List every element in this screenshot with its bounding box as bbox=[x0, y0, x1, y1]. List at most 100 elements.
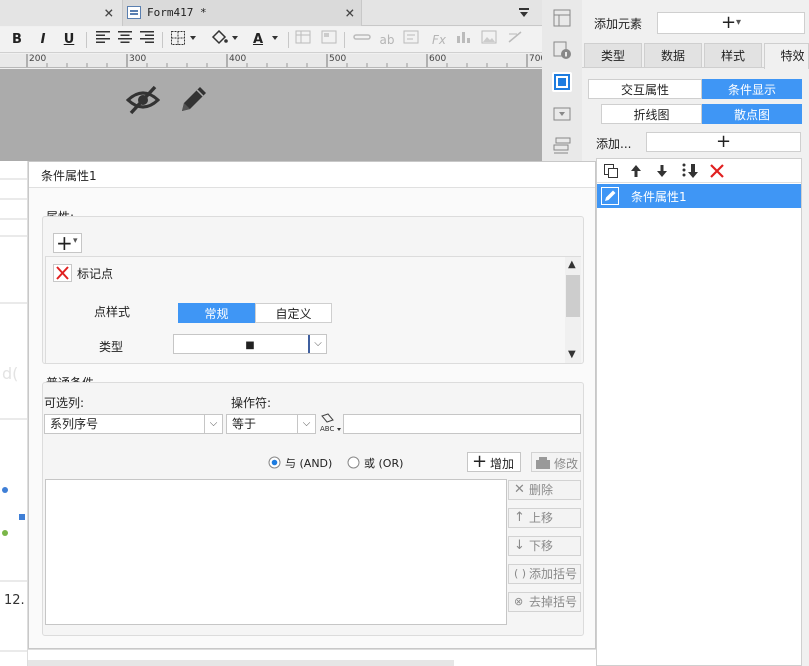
tab-list-menu-icon[interactable] bbox=[516, 5, 532, 21]
condition-value-input[interactable] bbox=[343, 414, 581, 434]
plus-icon: + bbox=[56, 231, 73, 255]
column-select[interactable]: 系列序号 ⌵ bbox=[44, 414, 223, 434]
move-up-icon[interactable] bbox=[629, 163, 643, 182]
move-down-button-label: 下移 bbox=[529, 539, 554, 553]
ruler-label: 200 bbox=[29, 54, 47, 64]
move-down-condition-button[interactable]: ↓ 下移 bbox=[508, 536, 581, 556]
condition-list-box[interactable] bbox=[45, 479, 507, 625]
value-type-abc-icon[interactable]: ABC bbox=[319, 412, 343, 437]
text-color-dropdown-icon[interactable] bbox=[268, 30, 282, 50]
bold-button[interactable]: B bbox=[8, 30, 26, 50]
ruler-label: 600 bbox=[429, 54, 447, 64]
remove-bracket-button[interactable]: ⊗ 去掉括号 bbox=[508, 592, 581, 612]
toolbar-divider bbox=[288, 32, 289, 48]
marker-label: 标记点 bbox=[77, 267, 114, 281]
remove-attribute-icon[interactable] bbox=[53, 264, 72, 282]
list-item[interactable]: 条件属性1 bbox=[597, 184, 801, 208]
image-insert-icon bbox=[480, 30, 498, 50]
point-style-normal[interactable]: 常规 bbox=[178, 303, 255, 323]
svg-text:ABC: ABC bbox=[320, 425, 334, 433]
add-condition-label: 添加... bbox=[596, 137, 632, 151]
report-cell-value: 12. bbox=[4, 593, 25, 608]
border-dropdown-icon[interactable] bbox=[169, 30, 199, 50]
point-style-custom[interactable]: 自定义 bbox=[255, 303, 332, 323]
edit-pencil-icon bbox=[601, 187, 619, 205]
align-center-icon[interactable] bbox=[116, 30, 134, 50]
hidden-eye-icon[interactable] bbox=[125, 83, 161, 117]
ruler-label: 700 bbox=[529, 54, 542, 64]
move-up-condition-button[interactable]: ↑ 上移 bbox=[508, 508, 581, 528]
scroll-down-icon[interactable]: ▼ bbox=[568, 349, 576, 360]
underline-button[interactable]: U bbox=[60, 30, 78, 50]
tab-data[interactable]: 数据 bbox=[644, 43, 702, 68]
formula-button: Fx bbox=[431, 33, 446, 47]
move-down-icon[interactable] bbox=[655, 163, 669, 182]
tab-interaction-property[interactable]: 交互属性 bbox=[588, 79, 702, 99]
main-tab-bar: 类型 数据 样式 特效 bbox=[582, 43, 809, 69]
add-attribute-button[interactable]: + ▾ bbox=[53, 231, 82, 255]
italic-button[interactable]: I bbox=[34, 30, 52, 50]
operator-select-value: 等于 bbox=[232, 417, 257, 431]
tab-line-chart[interactable]: 折线图 bbox=[601, 104, 702, 124]
add-condition-item-button[interactable]: + 增加 bbox=[467, 451, 521, 472]
slash-tool-icon bbox=[506, 30, 524, 50]
widget-property-icon[interactable] bbox=[552, 72, 572, 92]
ruler-label: 500 bbox=[329, 54, 347, 64]
and-radio[interactable] bbox=[268, 456, 281, 472]
tab-scatter-chart[interactable]: 散点图 bbox=[702, 104, 802, 124]
delete-condition-button[interactable]: ✕ 删除 bbox=[508, 480, 581, 500]
point-style-label: 点样式 bbox=[94, 305, 131, 319]
and-radio-label: 与 (AND) bbox=[285, 457, 333, 470]
move-bottom-icon[interactable] bbox=[681, 162, 701, 183]
add-condition-button[interactable]: + bbox=[646, 132, 801, 152]
tab-style[interactable]: 样式 bbox=[704, 43, 762, 68]
text-color-button[interactable]: A bbox=[249, 30, 267, 50]
cell-property-icon[interactable] bbox=[552, 8, 572, 28]
scroll-up-icon[interactable]: ▲ bbox=[568, 259, 576, 270]
align-right-icon[interactable] bbox=[138, 30, 156, 50]
add-element-dropdown[interactable]: +▾ bbox=[657, 12, 805, 34]
operator-select[interactable]: 等于 ⌵ bbox=[226, 414, 316, 434]
report-sheet-edge: d( 12. bbox=[0, 161, 28, 666]
delete-icon[interactable] bbox=[709, 163, 725, 182]
toolbar-divider bbox=[344, 32, 345, 48]
chevron-down-icon[interactable]: ⌵ bbox=[308, 335, 326, 353]
modify-condition-button[interactable]: 修改 bbox=[531, 452, 581, 472]
column-select-value: 系列序号 bbox=[50, 417, 99, 431]
dialog-title: 条件属性1 bbox=[41, 169, 97, 183]
chevron-down-icon: ▾ bbox=[73, 236, 78, 246]
tab-close-icon[interactable]: × bbox=[345, 0, 355, 26]
edit-pencil-icon[interactable] bbox=[176, 83, 210, 117]
delete-button-label: 删除 bbox=[529, 483, 554, 497]
plus-icon: + bbox=[720, 12, 737, 33]
chevron-down-icon: ▾ bbox=[736, 17, 742, 28]
document-tab-previous[interactable]: × bbox=[0, 0, 122, 26]
widget-settings-icon[interactable] bbox=[552, 104, 572, 124]
add-bracket-button[interactable]: ( ) 添加括号 bbox=[508, 564, 581, 584]
fill-color-dropdown-icon[interactable] bbox=[209, 29, 241, 50]
tab-effects[interactable]: 特效 bbox=[764, 43, 809, 69]
or-radio[interactable] bbox=[347, 456, 360, 472]
tab-conditional-display[interactable]: 条件显示 bbox=[702, 79, 802, 99]
horizontal-ruler: 200 300 400 500 600 700 bbox=[0, 54, 542, 68]
cell-info-icon[interactable] bbox=[552, 40, 572, 60]
report-grid-lines: d( bbox=[0, 178, 27, 652]
add-element-label: 添加元素 bbox=[594, 17, 643, 31]
template-property-icon[interactable] bbox=[552, 136, 572, 156]
modify-button-label: 修改 bbox=[554, 457, 579, 471]
attribute-scrollbar[interactable]: ▲ ▼ bbox=[565, 257, 581, 363]
add-bracket-button-label: 添加括号 bbox=[529, 567, 578, 581]
scrollbar-thumb[interactable] bbox=[566, 275, 580, 317]
bracket-icon: ( ) bbox=[514, 567, 527, 580]
modify-icon bbox=[535, 456, 551, 473]
selectable-column-label: 可选列: bbox=[44, 396, 85, 410]
plus-icon: + bbox=[715, 131, 732, 152]
align-left-icon[interactable] bbox=[94, 30, 112, 50]
horizontal-scrollbar[interactable] bbox=[28, 660, 454, 666]
document-tab-form417[interactable]: Form417 * × bbox=[122, 0, 362, 26]
tab-type[interactable]: 类型 bbox=[584, 43, 642, 68]
marker-type-select[interactable]: ■ ⌵ bbox=[173, 334, 327, 354]
tab-close-icon[interactable]: × bbox=[104, 0, 114, 26]
report-bottom-area bbox=[28, 649, 596, 666]
copy-icon[interactable] bbox=[603, 163, 619, 182]
